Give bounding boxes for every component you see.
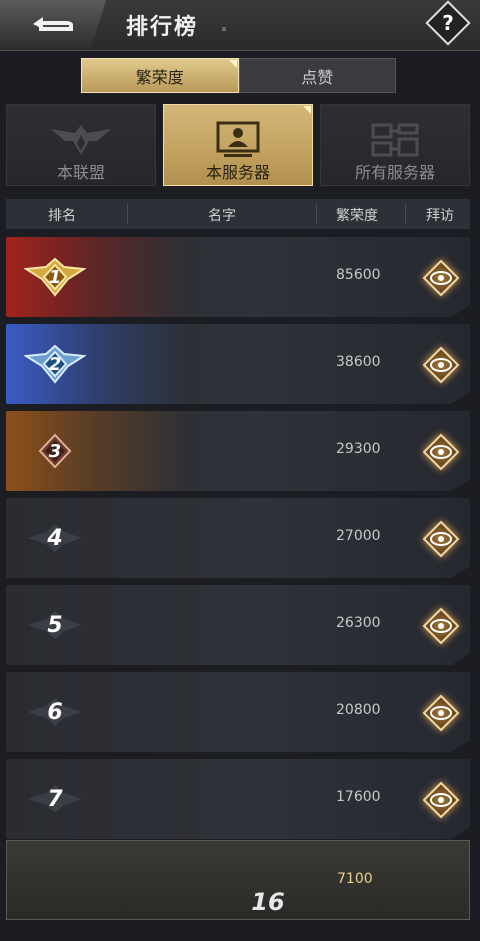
- tab-likes[interactable]: 点赞: [238, 58, 396, 93]
- server-network-icon: [371, 123, 419, 157]
- metric-tabs: 繁荣度 点赞: [81, 58, 396, 93]
- tab-alliance[interactable]: 本联盟: [6, 104, 156, 186]
- table-row[interactable]: 3 29300: [6, 411, 470, 491]
- prosperity-value: 26300: [336, 615, 381, 631]
- selected-corner-icon: [303, 106, 311, 114]
- rank-bronze-badge-icon: 3: [24, 429, 86, 473]
- tab-this-server[interactable]: 本服务器: [163, 104, 313, 186]
- page-title: 排行榜: [126, 15, 199, 40]
- column-divider: [316, 204, 317, 224]
- table-row[interactable]: 2 38600: [6, 324, 470, 404]
- top-bar: 排行榜 ?: [0, 0, 480, 51]
- prosperity-value: 17600: [336, 789, 381, 805]
- col-visit: 拜访: [426, 208, 454, 224]
- col-rank: 排名: [48, 208, 76, 224]
- eagle-emblem-icon: [51, 125, 111, 155]
- table-row[interactable]: 6 20800: [6, 672, 470, 752]
- rank-silver-badge-icon: 2: [22, 342, 88, 386]
- rank-gold-badge-icon: 1: [22, 255, 88, 299]
- visit-button[interactable]: [422, 346, 460, 384]
- table-header: 排名 名字 繁荣度 拜访: [6, 199, 470, 229]
- visit-button[interactable]: [422, 259, 460, 297]
- col-prosperity: 繁荣度: [336, 208, 378, 224]
- table-row[interactable]: 5 26300: [6, 585, 470, 665]
- help-button[interactable]: ?: [425, 0, 471, 46]
- eye-icon: [430, 358, 452, 372]
- help-icon: ?: [442, 11, 454, 35]
- eye-icon: [430, 619, 452, 633]
- scope-tabs: 本联盟 本服务器 所有服务器: [6, 104, 470, 186]
- prosperity-value: 85600: [336, 267, 381, 283]
- visit-button[interactable]: [422, 607, 460, 645]
- visit-button[interactable]: [422, 433, 460, 471]
- eye-icon: [430, 445, 452, 459]
- prosperity-value: 27000: [336, 528, 381, 544]
- table-row[interactable]: 4 27000: [6, 498, 470, 578]
- rank-plain-badge-icon: 5: [24, 603, 86, 647]
- selected-corner-icon: [228, 60, 237, 68]
- prosperity-value: 38600: [336, 354, 381, 370]
- table-row[interactable]: 7 17600: [6, 759, 470, 839]
- eye-icon: [430, 532, 452, 546]
- server-monitor-icon: [216, 121, 260, 157]
- prosperity-value: 20800: [336, 702, 381, 718]
- visit-button[interactable]: [422, 520, 460, 558]
- rank-plain-badge-icon: 4: [24, 516, 86, 560]
- rank-plain-badge-icon: 6: [24, 690, 86, 734]
- table-row[interactable]: 1 85600: [6, 237, 470, 317]
- column-divider: [405, 204, 406, 224]
- prosperity-value: 29300: [336, 441, 381, 457]
- eye-icon: [430, 706, 452, 720]
- back-arrow-icon: [33, 17, 73, 31]
- my-rank-number: 16: [251, 888, 285, 916]
- col-name: 名字: [208, 208, 236, 224]
- visit-button[interactable]: [422, 781, 460, 819]
- my-rank-row: 16 7100: [6, 840, 470, 920]
- rank-plain-badge-icon: 7: [24, 777, 86, 821]
- eye-icon: [430, 793, 452, 807]
- tab-prosperity[interactable]: 繁荣度: [81, 58, 239, 93]
- title-decoration: [222, 27, 226, 31]
- visit-button[interactable]: [422, 694, 460, 732]
- column-divider: [127, 204, 128, 224]
- eye-icon: [430, 271, 452, 285]
- my-prosperity-value: 7100: [337, 871, 373, 887]
- back-button[interactable]: [0, 0, 106, 48]
- tab-all-servers[interactable]: 所有服务器: [320, 104, 470, 186]
